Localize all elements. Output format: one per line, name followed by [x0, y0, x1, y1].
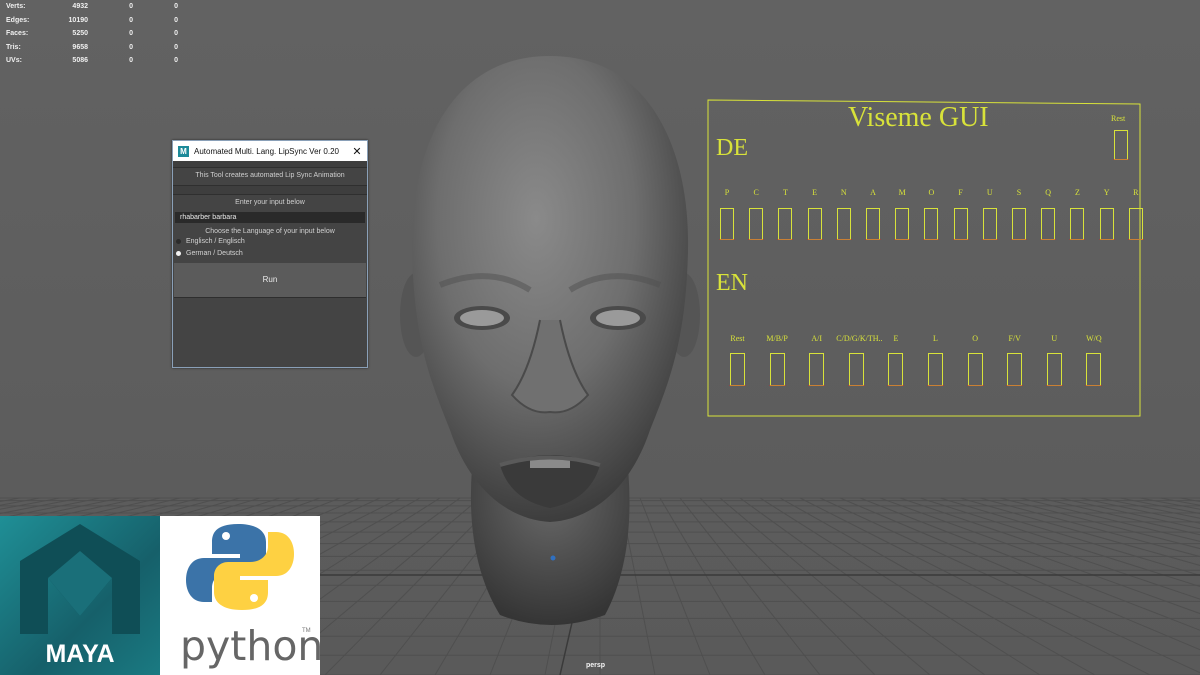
- de-viseme-control[interactable]: [981, 208, 998, 240]
- stat-label: Faces:: [6, 30, 29, 38]
- stat-value: 5250: [72, 30, 88, 38]
- en-viseme-label: M/B/P: [766, 334, 788, 343]
- viseme-title: Viseme GUI: [848, 102, 989, 133]
- stat-label: Tris:: [6, 43, 21, 51]
- stat-selected: 0: [129, 30, 133, 38]
- lipsync-tool-window[interactable]: M Automated Multi. Lang. LipSync Ver 0.2…: [172, 140, 368, 368]
- stat-value: 9658: [72, 43, 88, 51]
- en-viseme-control[interactable]: [847, 353, 865, 386]
- radio-german-label: German / Deutsch: [186, 249, 243, 257]
- window-titlebar[interactable]: M Automated Multi. Lang. LipSync Ver 0.2…: [173, 141, 367, 161]
- de-viseme-control[interactable]: [835, 208, 852, 240]
- en-viseme-label: C/D/G/K/TH..: [836, 334, 883, 343]
- stat-selected: 0: [129, 57, 133, 65]
- tool-description: This Tool creates automated Lip Sync Ani…: [195, 172, 345, 179]
- stat-label: UVs:: [6, 57, 22, 65]
- stat-other: 0: [174, 30, 178, 38]
- de-viseme-control[interactable]: [719, 208, 735, 240]
- en-viseme-label: W/Q: [1086, 334, 1102, 343]
- en-viseme-label: E: [893, 334, 899, 343]
- de-label: DE: [716, 135, 748, 161]
- stat-label: Verts:: [6, 3, 26, 10]
- maya-viewport[interactable]: Verts: 4932 0 0 Edges: 10190 0 0 Faces: 5250 0 0 Tri…: [0, 0, 1200, 675]
- de-viseme-control[interactable]: [777, 208, 794, 240]
- top-strip: [173, 161, 367, 168]
- en-viseme-label: F/V: [1008, 334, 1021, 343]
- text-input[interactable]: rhabarber barbara: [175, 212, 365, 223]
- de-viseme-label: R: [1133, 188, 1139, 197]
- maya-app-icon: M: [178, 145, 189, 157]
- de-viseme-control[interactable]: [1011, 208, 1027, 240]
- stat-other: 0: [174, 43, 178, 51]
- en-viseme-control[interactable]: [1006, 353, 1024, 386]
- en-viseme-label: U: [1051, 334, 1058, 343]
- stat-selected: 0: [129, 16, 133, 24]
- de-viseme-control[interactable]: [748, 208, 765, 240]
- en-viseme-control[interactable]: [966, 353, 984, 386]
- stat-other: 0: [174, 3, 178, 10]
- stat-row: UVs: 5086 0 0: [6, 54, 178, 68]
- python-trademark: TM: [302, 628, 311, 634]
- en-viseme-label: A/I: [811, 334, 823, 343]
- window-title: Automated Multi. Lang. LipSync Ver 0.20: [194, 146, 339, 156]
- de-viseme-control[interactable]: [952, 208, 969, 240]
- run-button[interactable]: Run: [174, 263, 366, 298]
- radio-german[interactable]: German / Deutsch: [173, 247, 367, 259]
- stat-other: 0: [174, 16, 178, 24]
- close-icon[interactable]: ✕: [347, 145, 367, 158]
- stat-selected: 0: [129, 3, 133, 10]
- stat-row: Faces: 5250 0 0: [6, 27, 178, 41]
- divider: [173, 185, 367, 195]
- stat-row: Edges: 10190 0 0: [6, 14, 178, 28]
- de-viseme-control[interactable]: [1127, 208, 1144, 240]
- viseme-gui-panel[interactable]: Viseme GUI Rest DE EN P C T E N A M O F U S Q Z Y R Res…: [706, 98, 1144, 418]
- stat-value: 10190: [68, 16, 88, 24]
- de-viseme-control[interactable]: [865, 208, 881, 240]
- stat-label: Edges:: [6, 16, 30, 24]
- enter-input-label: Enter your input below: [235, 199, 305, 206]
- en-viseme-control[interactable]: [1045, 353, 1063, 386]
- en-viseme-label: L: [933, 334, 938, 343]
- en-viseme-label: O: [972, 334, 978, 343]
- de-viseme-control[interactable]: [923, 208, 940, 240]
- en-viseme-control[interactable]: [927, 353, 944, 386]
- radio-english[interactable]: Englisch / Englisch: [173, 235, 367, 247]
- de-viseme-control[interactable]: [894, 208, 911, 240]
- en-viseme-control[interactable]: [887, 353, 905, 386]
- en-viseme-control[interactable]: [1085, 353, 1103, 386]
- head-model[interactable]: [390, 50, 710, 630]
- stat-value: 4932: [72, 3, 88, 10]
- stat-row: Tris: 9658 0 0: [6, 41, 178, 55]
- radio-english-dot[interactable]: [176, 238, 181, 244]
- de-viseme-control[interactable]: [1069, 208, 1086, 240]
- python-logo-icon: [186, 524, 294, 610]
- en-viseme-control[interactable]: [768, 353, 786, 386]
- en-viseme-label: Rest: [730, 334, 745, 343]
- rest-control[interactable]: [1113, 130, 1129, 160]
- radio-german-dot[interactable]: [176, 250, 181, 256]
- de-viseme-control[interactable]: [806, 208, 823, 240]
- stat-value: 5086: [72, 57, 88, 65]
- stat-row: Verts: 4932 0 0: [6, 0, 178, 14]
- maya-logo-text: MAYA: [45, 640, 115, 668]
- stat-other: 0: [174, 57, 178, 65]
- en-label: EN: [716, 270, 748, 296]
- en-viseme-control[interactable]: [808, 353, 826, 386]
- rest-label: Rest: [1111, 114, 1126, 123]
- language-label: Choose the Language of your input below: [205, 228, 335, 235]
- de-viseme-control[interactable]: [1098, 208, 1115, 240]
- de-viseme-control[interactable]: [1040, 208, 1057, 240]
- en-viseme-control[interactable]: [729, 353, 746, 386]
- radio-english-label: Englisch / Englisch: [186, 237, 245, 245]
- camera-label: persp: [586, 662, 606, 669]
- stat-selected: 0: [129, 43, 133, 51]
- poly-count-stats: Verts: 4932 0 0 Edges: 10190 0 0 Faces: 5250 0 0 Tri…: [6, 0, 178, 68]
